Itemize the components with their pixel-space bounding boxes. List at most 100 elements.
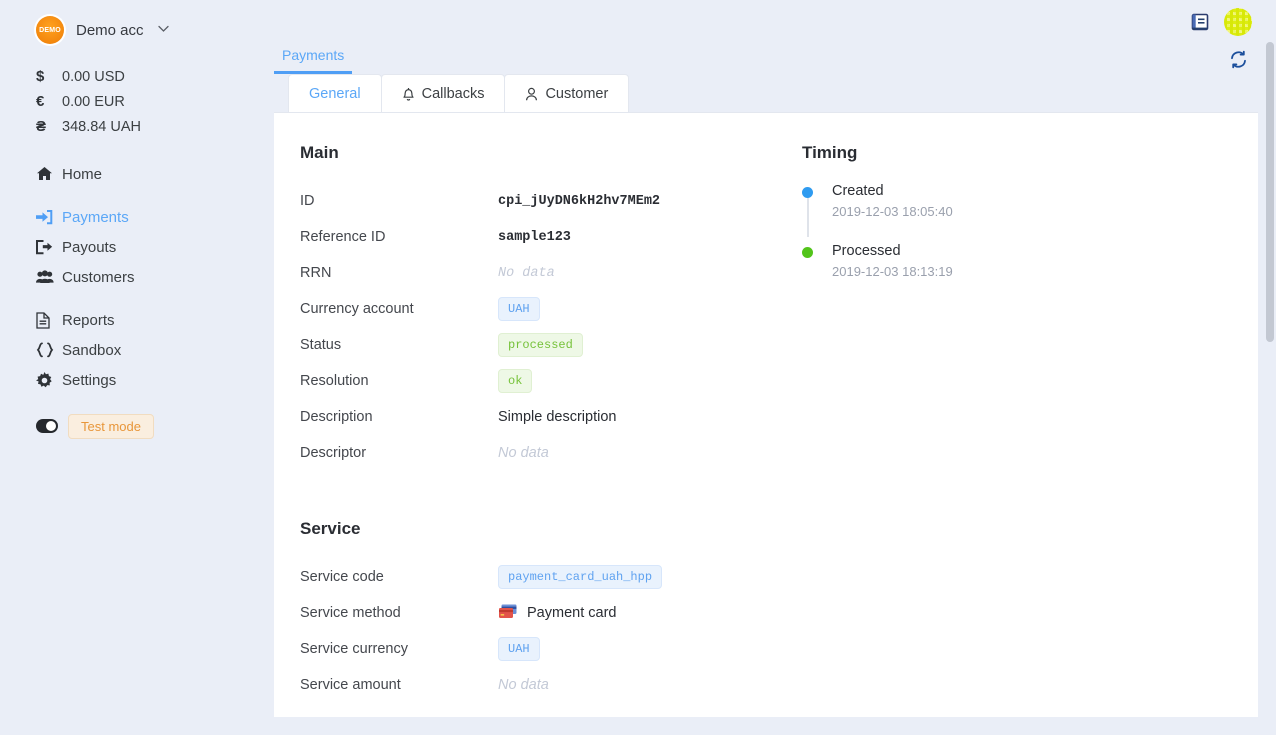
field-service-code: Service code payment_card_uah_hpp [300,559,779,595]
timeline-title-processed: Processed [832,243,1258,259]
field-service-amount: Service amount No data [300,667,779,703]
sidebar-item-label-reports: Reports [62,312,115,329]
file-icon [36,312,62,329]
field-descriptor: Descriptor No data [300,435,779,471]
sidebar-item-label-payments: Payments [62,209,129,226]
timeline-dot-processed [802,247,813,258]
right-column: Timing Created 2019-12-03 18:05:40 Proce… [779,143,1258,703]
topbar [264,0,1276,44]
tab-general[interactable]: General [288,74,382,112]
service-code-badge: payment_card_uah_hpp [498,565,662,589]
field-label-description: Description [300,409,498,425]
avatar[interactable] [1224,8,1252,36]
users-icon [36,270,62,284]
field-label-descriptor: Descriptor [300,445,498,461]
balance-row-uah: ₴ 348.84 UAH [0,114,250,139]
nav-group-primary: Home [0,159,250,189]
person-icon [525,87,538,101]
detail-tabs: General Callbacks Customer [264,74,1276,112]
breadcrumb: Payments [264,44,1276,74]
sidebar-item-customers[interactable]: Customers [0,262,250,292]
field-currency-account: Currency account UAH [300,291,779,327]
sidebar-item-sandbox[interactable]: Sandbox [0,335,250,365]
timing-timeline: Created 2019-12-03 18:05:40 Processed 20… [802,183,1258,279]
field-label-service-amount: Service amount [300,677,498,693]
sidebar-item-label-customers: Customers [62,269,135,286]
section-title-timing: Timing [802,143,1258,163]
field-value-service-amount: No data [498,677,549,693]
field-value-id: cpi_jUyDN6kH2hv7MEm2 [498,194,660,209]
sidebar-item-label-sandbox: Sandbox [62,342,121,359]
sidebar-item-payments[interactable]: Payments [0,202,250,232]
balance-amount-uah: 348.84 UAH [62,119,141,135]
sidebar-item-label-settings: Settings [62,372,116,389]
tab-label-callbacks: Callbacks [422,86,485,102]
service-method-label: Payment card [527,605,616,621]
currency-symbol-uah: ₴ [36,118,62,135]
bell-icon [402,87,415,101]
timeline-dot-created [802,187,813,198]
sign-out-icon [36,240,62,255]
sidebar-item-home[interactable]: Home [0,159,250,189]
chevron-down-icon [158,25,169,36]
balance-row-usd: $ 0.00 USD [0,64,250,89]
sidebar-item-label-payouts: Payouts [62,239,116,256]
account-switcher[interactable]: DEMO Demo acc [0,10,250,50]
breadcrumb-tab-payments[interactable]: Payments [274,47,352,74]
test-mode-row[interactable]: Test mode [0,411,250,441]
sidebar-item-label-home: Home [62,166,102,183]
field-resolution: Resolution ok [300,363,779,399]
field-label-service-method: Service method [300,605,498,621]
tab-label-general: General [309,86,361,102]
field-service-currency: Service currency UAH [300,631,779,667]
vertical-scrollbar[interactable] [1266,42,1274,732]
currency-account-badge: UAH [498,297,540,321]
status-badge: processed [498,333,583,357]
field-label-currency-account: Currency account [300,301,498,317]
field-label-status: Status [300,337,498,353]
sign-in-icon [36,210,62,225]
tab-callbacks[interactable]: Callbacks [381,74,506,112]
code-braces-icon [36,342,62,358]
field-rrn: RRN No data [300,255,779,291]
demo-account-logo: DEMO [36,16,64,44]
refresh-button[interactable] [1229,50,1248,69]
timeline-event-created: Created 2019-12-03 18:05:40 [832,183,1258,219]
balance-amount-usd: 0.00 USD [62,69,125,85]
field-label-id: ID [300,193,498,209]
field-id: ID cpi_jUyDN6kH2hv7MEm2 [300,183,779,219]
sidebar-item-reports[interactable]: Reports [0,305,250,335]
field-value-description: Simple description [498,409,616,425]
field-value-status: processed [498,333,583,357]
field-label-rrn: RRN [300,265,498,281]
main-area: Payments General Callbacks [250,0,1276,735]
gear-icon [36,372,62,389]
balance-row-eur: € 0.00 EUR [0,89,250,114]
nav-group-tools: Reports Sandbox Settings [0,305,250,395]
detail-card: Main ID cpi_jUyDN6kH2hv7MEm2 Reference I… [274,112,1258,717]
service-currency-badge: UAH [498,637,540,661]
timeline-time-processed: 2019-12-03 18:13:19 [832,264,1258,279]
currency-symbol-usd: $ [36,68,62,85]
section-title-main: Main [300,143,779,163]
field-service-method: Service method [300,595,779,631]
app-root: DEMO Demo acc $ 0.00 USD € 0.00 EUR ₴ 34… [0,0,1276,735]
left-column: Main ID cpi_jUyDN6kH2hv7MEm2 Reference I… [274,143,779,703]
book-icon[interactable] [1190,12,1210,32]
sidebar-item-settings[interactable]: Settings [0,365,250,395]
toggle-on-icon[interactable] [36,419,58,433]
field-value-resolution: ok [498,369,532,393]
balance-amount-eur: 0.00 EUR [62,94,125,110]
tab-customer[interactable]: Customer [504,74,629,112]
account-name: Demo acc [76,22,144,39]
currency-symbol-eur: € [36,93,62,110]
field-value-service-currency: UAH [498,637,540,661]
timeline-event-processed: Processed 2019-12-03 18:13:19 [832,243,1258,279]
sidebar-item-payouts[interactable]: Payouts [0,232,250,262]
demo-logo-text: DEMO [39,27,61,34]
home-icon [36,166,62,182]
timeline-time-created: 2019-12-03 18:05:40 [832,204,1258,219]
test-mode-badge: Test mode [68,414,154,439]
field-value-reference-id: sample123 [498,230,571,245]
resolution-badge: ok [498,369,532,393]
